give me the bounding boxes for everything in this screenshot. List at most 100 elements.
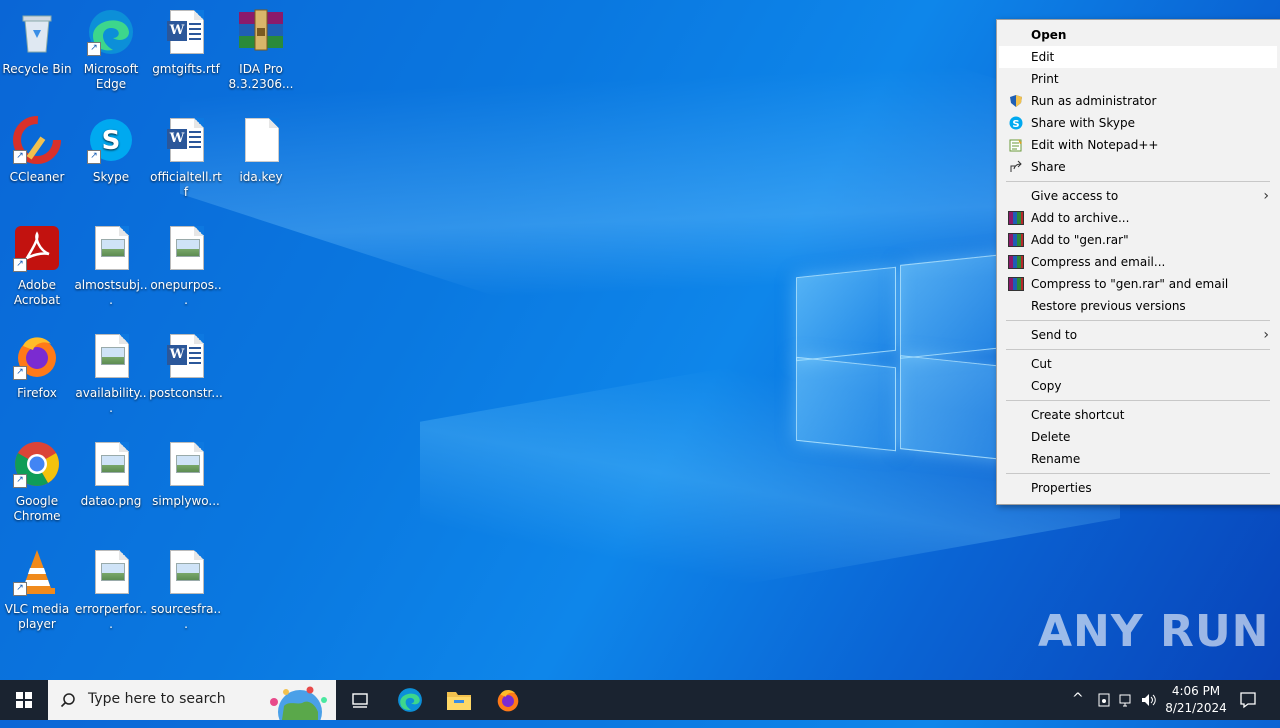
taskbar-firefox-button[interactable] [484,680,532,720]
menu-item-open[interactable]: Open [999,24,1277,46]
menu-item-label: Properties [1031,481,1092,495]
taskbar-edge-button[interactable] [386,680,434,720]
image-file-icon [162,440,210,488]
task-view-icon [352,693,368,708]
desktop-icon-sourcesfra[interactable]: sourcesfra... [149,548,223,632]
menu-item-print[interactable]: Print [999,68,1277,90]
menu-item-label: Create shortcut [1031,408,1125,422]
desktop-icon-officialtell[interactable]: W officialtell.rtf [149,116,223,200]
shortcut-arrow-icon: ↗ [13,150,27,164]
skype-icon: S [1008,116,1024,130]
menu-item-label: Send to [1031,328,1078,342]
desktop-icon-label: Skype [92,170,130,184]
desktop-icon-label: CCleaner [9,170,65,184]
menu-item-restore-previous-versions[interactable]: Restore previous versions [999,295,1277,317]
menu-item-cut[interactable]: Cut [999,353,1277,375]
menu-item-properties[interactable]: Properties [999,477,1277,499]
desktop-icon-adobe-acrobat[interactable]: ↗ Adobe Acrobat [0,224,74,308]
winrar-icon [1008,211,1024,225]
menu-item-label: Copy [1031,379,1062,393]
menu-item-label: Delete [1031,430,1071,444]
menu-item-label: Share [1031,160,1066,174]
menu-item-label: Compress and email... [1031,255,1166,269]
menu-item-label: Cut [1031,357,1052,371]
desktop-icon-postconstr[interactable]: W postconstr... [149,332,223,401]
menu-item-add-to-archive[interactable]: Add to archive... [999,207,1277,229]
menu-item-copy[interactable]: Copy [999,375,1277,397]
word-document-icon: W [162,8,210,56]
menu-separator [1006,181,1270,182]
desktop-icon-label: simplywo... [152,494,220,508]
menu-item-share[interactable]: Share [999,156,1277,178]
clock-date: 8/21/2024 [1165,701,1227,715]
menu-item-create-shortcut[interactable]: Create shortcut [999,404,1277,426]
chevron-up-icon[interactable]: ^ [1072,691,1084,707]
desktop-icon-label: VLC media player [4,602,70,631]
notepadpp-icon [1008,138,1024,152]
desktop-icon-datao[interactable]: datao.png [74,440,148,509]
network-icon[interactable] [1118,692,1134,708]
menu-item-edit[interactable]: Edit [999,46,1277,68]
menu-item-delete[interactable]: Delete [999,426,1277,448]
taskbar-clock[interactable]: 4:06 PM 8/21/2024 [1164,683,1228,717]
notification-center-button[interactable] [1228,680,1268,720]
search-highlight-globe-icon [270,686,327,720]
desktop-icon-skype[interactable]: S ↗ Skype [74,116,148,185]
menu-item-send-to[interactable]: Send to › [999,324,1277,346]
desktop-icon-label: Google Chrome [13,494,61,523]
taskbar-search-box[interactable]: Type here to search [48,680,336,720]
desktop-icon-almostsubj[interactable]: almostsubj... [74,224,148,308]
menu-item-give-access-to[interactable]: Give access to › [999,185,1277,207]
device-icon[interactable] [1096,692,1112,708]
winrar-icon [1008,233,1024,247]
menu-item-label: Edit with Notepad++ [1031,138,1159,152]
desktop-icon-label: onepurpos... [150,278,222,307]
uac-shield-icon [1008,94,1024,108]
word-document-icon: W [162,116,210,164]
task-view-button[interactable] [336,680,384,720]
desktop-icon-firefox[interactable]: ↗ Firefox [0,332,74,401]
desktop-icon-onepurpos[interactable]: onepurpos... [149,224,223,308]
volume-icon[interactable] [1140,692,1158,708]
desktop-icon-errorperfor[interactable]: errorperfor... [74,548,148,632]
desktop-icon-label: IDA Pro 8.3.2306... [228,62,294,91]
search-placeholder: Type here to search [88,691,226,707]
desktop-icon-availability[interactable]: availability... [74,332,148,416]
folder-icon [447,692,471,710]
menu-item-compress-to-gen-rar-and-email[interactable]: Compress to "gen.rar" and email [999,273,1277,295]
start-button[interactable] [0,680,48,720]
desktop-icon-vlc[interactable]: ↗ VLC media player [0,548,74,632]
anyrun-watermark: ANY RUN [1038,606,1270,657]
edge-icon: ↗ [87,8,135,56]
shortcut-arrow-icon: ↗ [13,582,27,596]
desktop-icon-label: Firefox [17,386,57,400]
menu-item-label: Restore previous versions [1031,299,1186,313]
desktop-icon-ccleaner[interactable]: ↗ CCleaner [0,116,74,185]
desktop-icon-ida-key[interactable]: ida.key [224,116,298,185]
desktop-icon-microsoft-edge[interactable]: ↗ Microsoft Edge [74,8,148,92]
menu-item-edit-with-notepadpp[interactable]: Edit with Notepad++ [999,134,1277,156]
desktop-icon-ida-pro[interactable]: IDA Pro 8.3.2306... [224,8,298,92]
desktop-icon-label: almostsubj... [74,278,148,307]
shortcut-arrow-icon: ↗ [13,258,27,272]
winrar-icon [1008,277,1024,291]
menu-item-share-with-skype[interactable]: S Share with Skype [999,112,1277,134]
menu-item-label: Share with Skype [1031,116,1135,130]
taskbar-file-explorer-button[interactable] [435,680,483,720]
desktop-icon-recycle-bin[interactable]: Recycle Bin [0,8,74,77]
menu-item-label: Rename [1031,452,1081,466]
context-menu: Open Edit Print Run as administrator S S… [996,19,1280,505]
menu-item-compress-and-email[interactable]: Compress and email... [999,251,1277,273]
notification-icon [1240,692,1256,709]
menu-item-rename[interactable]: Rename [999,448,1277,470]
desktop-icon-gmtgifts[interactable]: W gmtgifts.rtf [149,8,223,77]
desktop-icon-label: errorperfor... [74,602,147,631]
shortcut-arrow-icon: ↗ [13,366,27,380]
menu-item-label: Compress to "gen.rar" and email [1031,277,1229,291]
desktop-icon-simplywo[interactable]: simplywo... [149,440,223,509]
menu-item-add-to-gen-rar[interactable]: Add to "gen.rar" [999,229,1277,251]
image-file-icon [162,224,210,272]
menu-item-run-as-administrator[interactable]: Run as administrator [999,90,1277,112]
ccleaner-icon: ↗ [13,116,61,164]
desktop-icon-google-chrome[interactable]: ↗ Google Chrome [0,440,74,524]
